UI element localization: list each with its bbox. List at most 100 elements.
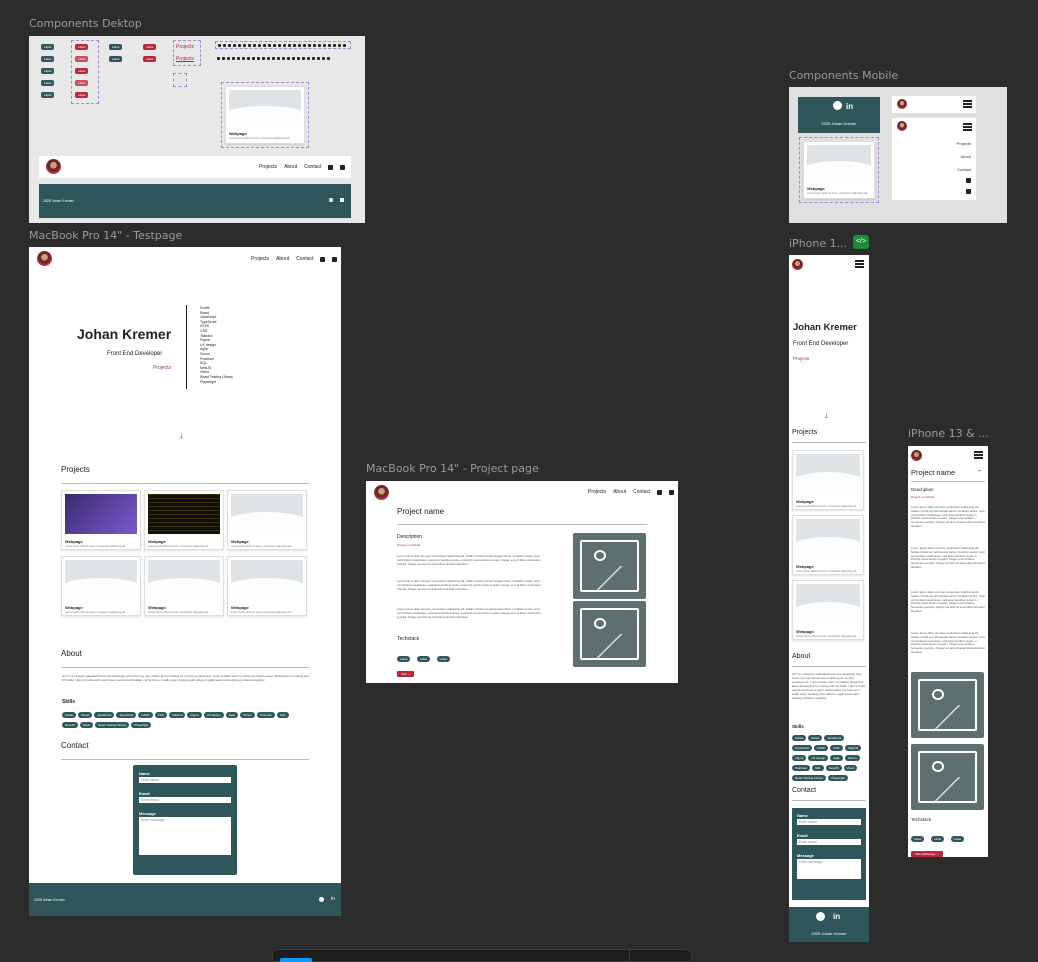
nav-projects[interactable]: Projects	[588, 489, 606, 495]
label-button-red[interactable]: Label	[143, 44, 157, 50]
nav-projects[interactable]: Projects	[259, 164, 277, 170]
github-icon[interactable]	[657, 489, 663, 495]
github-icon[interactable]	[833, 101, 842, 110]
project-card[interactable]: Webpage Lorem ipsum dolor sit amet, conse…	[792, 450, 864, 510]
linkedin-icon[interactable]: in	[846, 102, 853, 111]
label-button-red[interactable]: Label	[143, 56, 157, 62]
hero-role: Front End Developer	[793, 341, 849, 347]
name-input[interactable]: Enter name	[797, 819, 861, 825]
image-icon	[911, 672, 984, 738]
linkedin-icon[interactable]	[332, 256, 338, 262]
nav-contact[interactable]: Contact	[633, 489, 650, 495]
project-paragraph: Lorem ipsum dolor sit amet, consectetur …	[911, 631, 985, 654]
menu-projects[interactable]: Projects	[957, 141, 971, 146]
hero-projects-link[interactable]: Projects	[153, 365, 171, 371]
iphone13-frame: Project name ← Description Project on Gi…	[908, 446, 988, 857]
avatar[interactable]	[897, 121, 907, 131]
label-button-red[interactable]: Label	[75, 68, 89, 74]
label-button[interactable]: Label	[109, 44, 123, 50]
arrow-down-icon[interactable]: ↓	[824, 410, 829, 420]
nav-about[interactable]: About	[276, 256, 289, 262]
email-input[interactable]: Enter email	[797, 839, 861, 845]
github-icon[interactable]	[329, 198, 333, 202]
label-button-red[interactable]: Label	[75, 92, 89, 98]
avatar[interactable]	[46, 159, 61, 174]
arrow-down-icon[interactable]: ↓	[179, 430, 184, 440]
avatar[interactable]	[897, 99, 907, 109]
icon-strip	[215, 54, 351, 62]
label-button[interactable]: Label	[41, 56, 55, 62]
github-icon[interactable]	[319, 897, 324, 902]
project-card[interactable]: Webpage Lorem ipsum dolor sit amet, conse…	[227, 490, 307, 550]
frame-label-iphone1: iPhone 1...	[789, 237, 848, 250]
hero-name: Johan Kremer	[77, 326, 172, 342]
avatar[interactable]	[911, 450, 922, 461]
label-button-red[interactable]: Label	[75, 44, 89, 50]
label-button-red[interactable]: Label	[75, 80, 89, 86]
project-card[interactable]: Webpage Lorem ipsum dolor sit amet, conse…	[61, 490, 141, 550]
project-card[interactable]: Webpage Lorem ipsum dolor sit amet, conse…	[61, 556, 141, 616]
email-input[interactable]: Enter email	[139, 797, 231, 803]
menu-contact[interactable]: Contact	[957, 167, 971, 172]
hero-projects-link[interactable]: Projects	[793, 356, 809, 361]
linkedin-icon[interactable]	[966, 189, 971, 194]
project-card[interactable]: Webpage Lorem ipsum dolor sit amet, conse…	[227, 556, 307, 616]
card-title: Webpage	[796, 564, 814, 569]
project-card[interactable]: Webpage Lorem ipsum dolor sit amet, conse…	[144, 556, 224, 616]
hamburger-icon[interactable]	[974, 451, 983, 459]
nav-contact[interactable]: Contact	[304, 164, 321, 170]
project-card[interactable]: Webpage Lorem ipsum dolor sit amet, conse…	[792, 515, 864, 575]
webpage-card[interactable]: Webpage Lorem ipsum dolor sit amet, cons…	[803, 141, 875, 199]
card-title: Webpage	[65, 539, 83, 544]
label-button[interactable]: Label	[41, 80, 55, 86]
hamburger-icon[interactable]	[963, 123, 972, 131]
menu-about[interactable]: About	[961, 154, 971, 159]
github-link[interactable]: Project on Github	[911, 495, 934, 499]
projects-link[interactable]: Projects	[176, 44, 194, 50]
back-arrow-icon[interactable]: ←	[977, 467, 984, 474]
visit-button[interactable]: Visit →	[397, 662, 415, 680]
label-button[interactable]: Label	[109, 56, 123, 62]
github-icon[interactable]	[320, 256, 326, 262]
avatar[interactable]	[792, 259, 803, 270]
linkedin-icon[interactable]	[669, 489, 675, 495]
visit-webpage-button[interactable]: Visit webbpage →	[911, 842, 944, 857]
skill-chip: SQL	[276, 712, 289, 718]
toolbar-active-tool[interactable]	[280, 958, 312, 962]
github-icon[interactable]	[816, 912, 825, 921]
message-textarea[interactable]: Enter message	[797, 859, 861, 879]
linkedin-icon[interactable]	[340, 164, 346, 170]
icon	[317, 56, 320, 60]
image-placeholder-icon	[796, 519, 860, 559]
label-button[interactable]: Label	[41, 68, 55, 74]
label-button-red[interactable]: Label	[75, 56, 89, 62]
project-card[interactable]: Webpage Lorem ipsum dolor sit amet, conse…	[144, 490, 224, 550]
github-icon[interactable]	[966, 178, 971, 183]
code-icon[interactable]: </>	[853, 235, 869, 249]
projects-link[interactable]: Projects	[176, 56, 194, 62]
nav-projects[interactable]: Projects	[251, 256, 269, 262]
message-textarea[interactable]: Enter message	[139, 817, 231, 855]
linkedin-icon[interactable]: in	[331, 896, 335, 902]
avatar[interactable]	[374, 485, 389, 500]
linkedin-icon[interactable]	[340, 198, 344, 202]
nav-about[interactable]: About	[284, 164, 297, 170]
project-thumbnail	[231, 560, 303, 600]
hamburger-icon[interactable]	[963, 100, 972, 108]
label-button[interactable]: Label	[41, 44, 55, 50]
hamburger-icon[interactable]	[855, 260, 864, 268]
webpage-card[interactable]: Webpage Lorem ipsum dolor sit amet, cons…	[225, 86, 305, 144]
avatar[interactable]	[37, 251, 52, 266]
github-link[interactable]: Project on Github	[397, 543, 420, 547]
frame-label-projectpage: MacBook Pro 14" - Project page	[366, 462, 539, 475]
label-button[interactable]: Label	[41, 92, 55, 98]
name-input[interactable]: Enter name	[139, 777, 231, 783]
nav-about[interactable]: About	[613, 489, 626, 495]
skill-chip: TypeScript	[116, 712, 137, 718]
github-icon[interactable]	[328, 164, 334, 170]
linkedin-icon[interactable]: in	[833, 912, 840, 921]
nav-contact[interactable]: Contact	[296, 256, 313, 262]
icon	[268, 43, 271, 47]
skill-chip: UX design	[808, 755, 829, 761]
project-card[interactable]: Webpage Lorem ipsum dolor sit amet, conse…	[792, 580, 864, 640]
